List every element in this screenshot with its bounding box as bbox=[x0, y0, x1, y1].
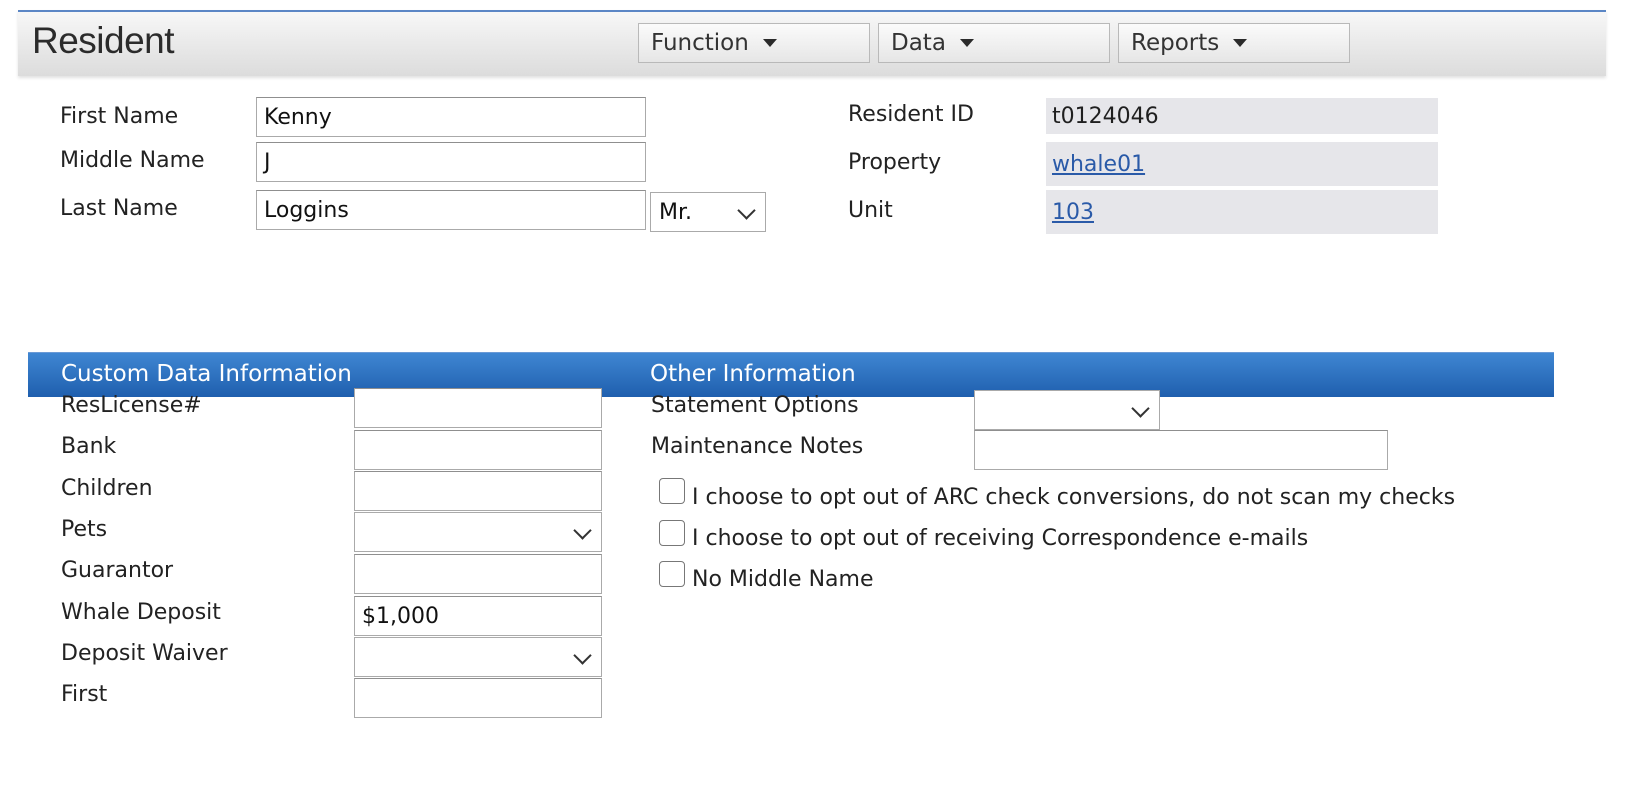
middle-name-input[interactable]: J bbox=[256, 142, 646, 182]
arc-opt-out-checkbox[interactable] bbox=[659, 478, 685, 504]
first-name-label: First Name bbox=[60, 104, 179, 129]
salutation-value: Mr. bbox=[659, 199, 692, 225]
guarantor-input[interactable] bbox=[354, 554, 602, 594]
maintenance-notes-label: Maintenance Notes bbox=[651, 434, 864, 459]
whale-deposit-input[interactable]: $1,000 bbox=[354, 596, 602, 636]
chevron-down-icon bbox=[1131, 399, 1150, 418]
data-menu-label: Data bbox=[891, 30, 946, 56]
section-band: Custom Data Information Other Informatio… bbox=[28, 352, 1554, 397]
whale-deposit-label: Whale Deposit bbox=[61, 600, 221, 625]
property-link[interactable]: whale01 bbox=[1052, 152, 1145, 177]
function-menu-button[interactable]: Function bbox=[638, 23, 870, 63]
children-input[interactable] bbox=[354, 471, 602, 511]
unit-field: 103 bbox=[1046, 190, 1438, 234]
resident-id-field: t0124046 bbox=[1046, 98, 1438, 134]
page-header: Resident Function Data Reports bbox=[18, 10, 1606, 76]
pets-label: Pets bbox=[61, 517, 108, 542]
guarantor-label: Guarantor bbox=[61, 558, 174, 583]
pets-select[interactable] bbox=[354, 512, 602, 552]
children-label: Children bbox=[61, 476, 153, 501]
middle-name-label: Middle Name bbox=[60, 148, 205, 173]
chevron-down-icon bbox=[737, 201, 756, 220]
correspondence-opt-out-label: I choose to opt out of receiving Corresp… bbox=[692, 526, 1309, 551]
custom-data-title: Custom Data Information bbox=[61, 361, 352, 387]
page-title: Resident bbox=[32, 20, 175, 61]
last-name-input[interactable]: Loggins bbox=[256, 190, 646, 230]
chevron-down-icon bbox=[573, 646, 592, 665]
deposit-waiver-label: Deposit Waiver bbox=[61, 641, 228, 666]
salutation-select[interactable]: Mr. bbox=[650, 192, 766, 232]
statement-options-label: Statement Options bbox=[651, 393, 859, 418]
reports-menu-label: Reports bbox=[1131, 30, 1220, 56]
caret-down-icon bbox=[959, 39, 974, 47]
chevron-down-icon bbox=[573, 521, 592, 540]
deposit-waiver-select[interactable] bbox=[354, 637, 602, 677]
caret-down-icon bbox=[1233, 39, 1248, 47]
unit-link[interactable]: 103 bbox=[1052, 200, 1094, 225]
arc-opt-out-label: I choose to opt out of ARC check convers… bbox=[692, 485, 1456, 510]
statement-options-select[interactable] bbox=[974, 390, 1160, 430]
first-name-input[interactable]: Kenny bbox=[256, 97, 646, 137]
resident-id-value: t0124046 bbox=[1052, 103, 1159, 129]
first-label: First bbox=[61, 682, 108, 707]
resident-id-label: Resident ID bbox=[848, 102, 974, 127]
property-label: Property bbox=[848, 150, 942, 175]
function-menu-label: Function bbox=[651, 30, 749, 56]
other-info-title: Other Information bbox=[650, 361, 856, 387]
bank-input[interactable] bbox=[354, 430, 602, 470]
maintenance-notes-input[interactable] bbox=[974, 430, 1388, 470]
correspondence-opt-out-checkbox[interactable] bbox=[659, 520, 685, 546]
last-name-label: Last Name bbox=[60, 196, 178, 221]
unit-label: Unit bbox=[848, 198, 893, 223]
reslicense-input[interactable] bbox=[354, 388, 602, 428]
property-field: whale01 bbox=[1046, 142, 1438, 186]
data-menu-button[interactable]: Data bbox=[878, 23, 1110, 63]
bank-label: Bank bbox=[61, 434, 117, 459]
no-middle-name-checkbox[interactable] bbox=[659, 561, 685, 587]
caret-down-icon bbox=[762, 39, 777, 47]
reports-menu-button[interactable]: Reports bbox=[1118, 23, 1350, 63]
resident-page: Resident Function Data Reports First Nam… bbox=[0, 0, 1652, 788]
first-input[interactable] bbox=[354, 678, 602, 718]
no-middle-name-label: No Middle Name bbox=[692, 567, 874, 592]
reslicense-label: ResLicense# bbox=[61, 393, 202, 418]
